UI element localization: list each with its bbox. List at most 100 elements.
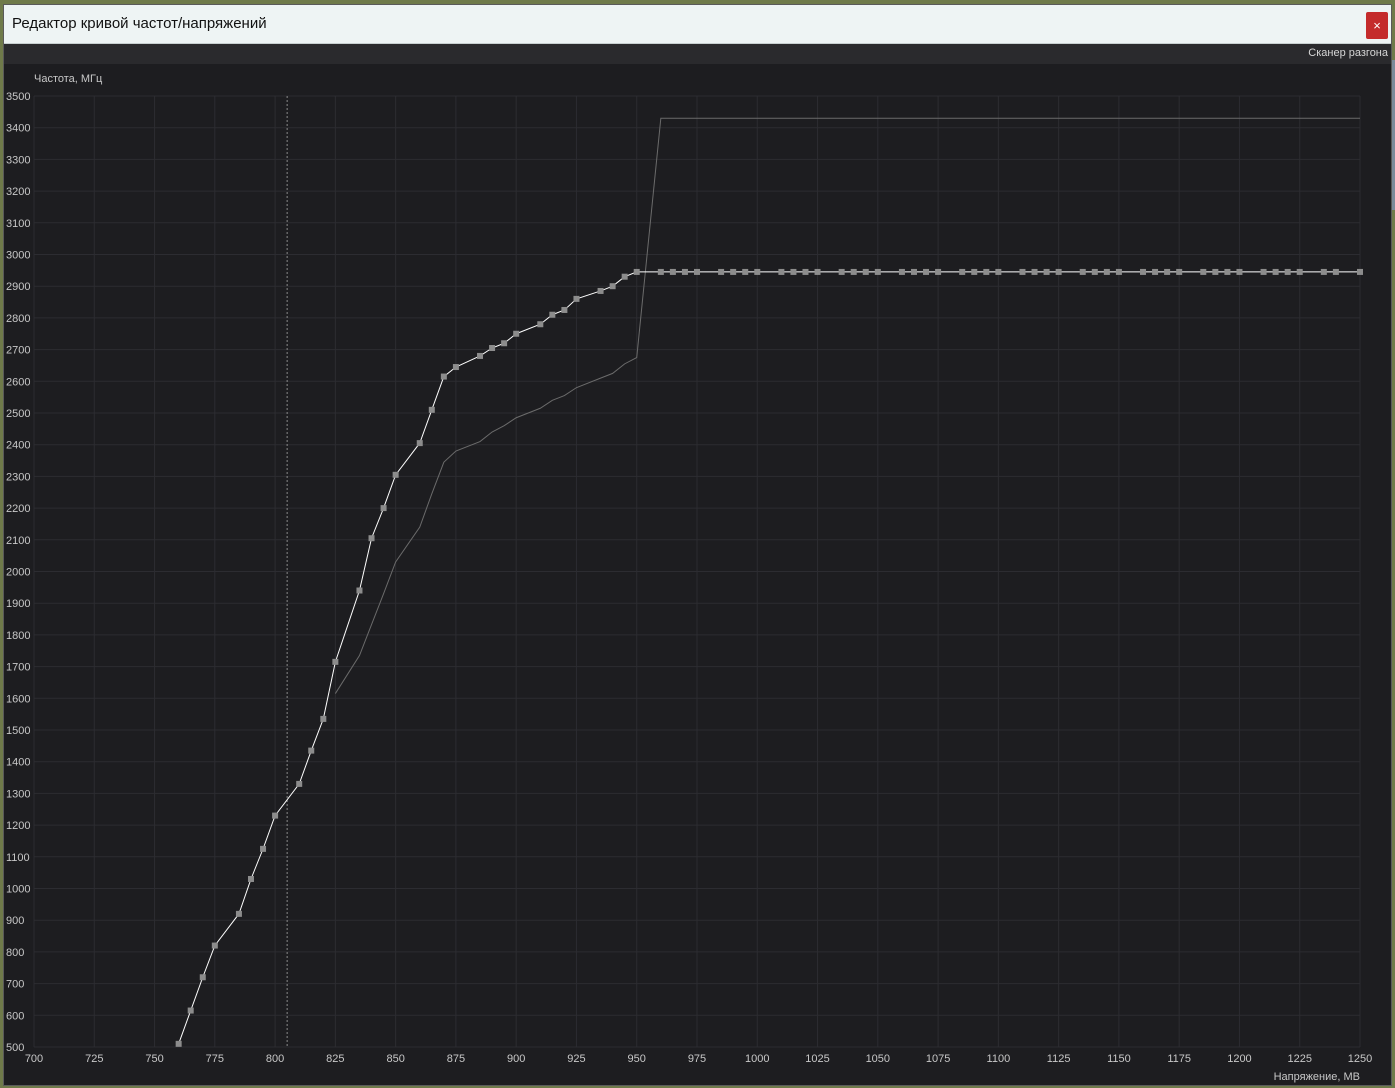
vf-curve-chart[interactable]: 700 725 750 775 800 825 850 875 900 925 950 975 1000… — [0, 0, 1395, 1088]
vf-curve-point[interactable] — [1332, 268, 1339, 275]
x-tick-label: 800 — [266, 1053, 284, 1065]
y-axis-label: Частота, МГц — [34, 73, 103, 85]
vf-curve-point[interactable] — [1296, 268, 1303, 275]
y-tick-label: 2600 — [6, 376, 30, 388]
vf-curve-point[interactable] — [537, 321, 544, 328]
vf-curve-point[interactable] — [513, 330, 520, 337]
vf-curve-point[interactable] — [1079, 268, 1086, 275]
vf-curve-point[interactable] — [935, 268, 942, 275]
vf-curve-point[interactable] — [971, 268, 978, 275]
vf-curve-point[interactable] — [440, 373, 447, 380]
vf-curve-point[interactable] — [802, 268, 809, 275]
vf-curve-point[interactable] — [983, 268, 990, 275]
vf-curve-point[interactable] — [308, 747, 315, 754]
vf-curve-point[interactable] — [380, 505, 387, 512]
y-tick-label: 600 — [6, 1010, 24, 1022]
vf-curve-point[interactable] — [754, 268, 761, 275]
vf-curve-point[interactable] — [1284, 268, 1291, 275]
vf-curve-point[interactable] — [681, 268, 688, 275]
y-tick-label: 1700 — [6, 662, 30, 674]
vf-curve-point[interactable] — [175, 1040, 182, 1047]
vf-curve-point[interactable] — [428, 406, 435, 413]
vf-curve-point[interactable] — [995, 268, 1002, 275]
vf-curve-point[interactable] — [910, 268, 917, 275]
vf-curve-point[interactable] — [272, 812, 279, 819]
vf-curve-point[interactable] — [694, 268, 700, 275]
vf-curve-point[interactable] — [452, 364, 459, 371]
vf-curve-point[interactable] — [669, 268, 676, 275]
vf-curve-point[interactable] — [778, 268, 785, 275]
vf-curve-point[interactable] — [1212, 268, 1219, 275]
vf-curve-point[interactable] — [477, 352, 484, 359]
vf-curve-point[interactable] — [1091, 268, 1098, 275]
vf-curve-point[interactable] — [1055, 268, 1062, 275]
vf-curve-point[interactable] — [621, 273, 628, 280]
vf-curve-point[interactable] — [1236, 268, 1243, 275]
vf-curve-point[interactable] — [874, 268, 881, 275]
vf-curve-point[interactable] — [501, 340, 508, 347]
y-tick-label: 1100 — [6, 852, 30, 864]
vf-curve-point[interactable] — [1176, 268, 1183, 275]
vf-curve-point[interactable] — [1357, 268, 1363, 275]
vf-curve-point[interactable] — [1019, 268, 1026, 275]
vf-curve-point[interactable] — [332, 658, 339, 665]
x-tick-label: 900 — [507, 1053, 525, 1065]
vf-curve-point[interactable] — [368, 535, 375, 542]
vf-curve-point[interactable] — [573, 295, 580, 302]
vf-curve-point[interactable] — [1031, 268, 1038, 275]
vf-curve-point[interactable] — [416, 440, 423, 447]
vf-curve-point[interactable] — [1164, 268, 1171, 275]
vf-curve-point[interactable] — [790, 268, 797, 275]
vf-curve-point[interactable] — [850, 268, 857, 275]
vf-curve-point[interactable] — [320, 715, 327, 722]
vf-curve-point[interactable] — [657, 268, 664, 275]
vf-curve-point[interactable] — [392, 471, 399, 478]
vf-curve-point[interactable] — [1320, 268, 1327, 275]
vf-curve-point[interactable] — [1103, 268, 1110, 275]
vf-curve-point[interactable] — [1272, 268, 1279, 275]
x-tick-label: 750 — [145, 1053, 163, 1065]
vf-curve-point[interactable] — [1200, 268, 1207, 275]
vf-curve-point[interactable] — [489, 345, 496, 352]
y-tick-label: 1300 — [6, 788, 30, 800]
x-tick-label: 1000 — [745, 1053, 769, 1065]
vf-curve-point[interactable] — [898, 268, 905, 275]
vf-curve-point[interactable] — [1140, 268, 1147, 275]
vf-curve-point[interactable] — [260, 845, 267, 852]
vf-curve-point[interactable] — [211, 942, 218, 949]
vf-curve-point[interactable] — [923, 268, 930, 275]
y-tick-label: 2400 — [6, 440, 30, 452]
y-tick-label: 3200 — [6, 186, 30, 198]
vf-curve-point[interactable] — [199, 974, 206, 981]
vf-curve-point[interactable] — [730, 268, 737, 275]
vf-curve-point[interactable] — [296, 780, 303, 787]
vf-curve-point[interactable] — [187, 1007, 194, 1014]
vf-curve-point[interactable] — [1152, 268, 1159, 275]
x-tick-label: 1250 — [1348, 1053, 1372, 1065]
y-tick-label: 800 — [6, 947, 24, 959]
vf-curve-point[interactable] — [235, 910, 242, 917]
vf-curve-point[interactable] — [1224, 268, 1231, 275]
vf-curve-point[interactable] — [742, 268, 749, 275]
vf-curve-point[interactable] — [814, 268, 821, 275]
vf-curve-point[interactable] — [561, 306, 568, 313]
vf-curve-point[interactable] — [633, 268, 640, 275]
vf-curve-point[interactable] — [609, 283, 616, 290]
vf-curve-point[interactable] — [1260, 268, 1267, 275]
y-tick-labels: 500 600 700 800 900 1000 1100 1200 1300 1400 1500 1… — [6, 91, 30, 1054]
vf-curve-point[interactable] — [1115, 268, 1122, 275]
vf-curve-point[interactable] — [1043, 268, 1050, 275]
y-tick-label: 2900 — [6, 281, 30, 293]
x-tick-label: 825 — [326, 1053, 344, 1065]
y-tick-label: 500 — [6, 1042, 24, 1054]
y-tick-label: 700 — [6, 979, 24, 991]
vf-curve-point[interactable] — [718, 268, 725, 275]
vf-curve-point[interactable] — [959, 268, 966, 275]
x-tick-label: 850 — [386, 1053, 404, 1065]
vf-curve-point[interactable] — [597, 287, 604, 294]
vf-curve-point[interactable] — [356, 587, 363, 594]
vf-curve-point[interactable] — [549, 311, 556, 318]
vf-curve-point[interactable] — [838, 268, 845, 275]
vf-curve-point[interactable] — [247, 875, 254, 882]
vf-curve-point[interactable] — [862, 268, 869, 275]
